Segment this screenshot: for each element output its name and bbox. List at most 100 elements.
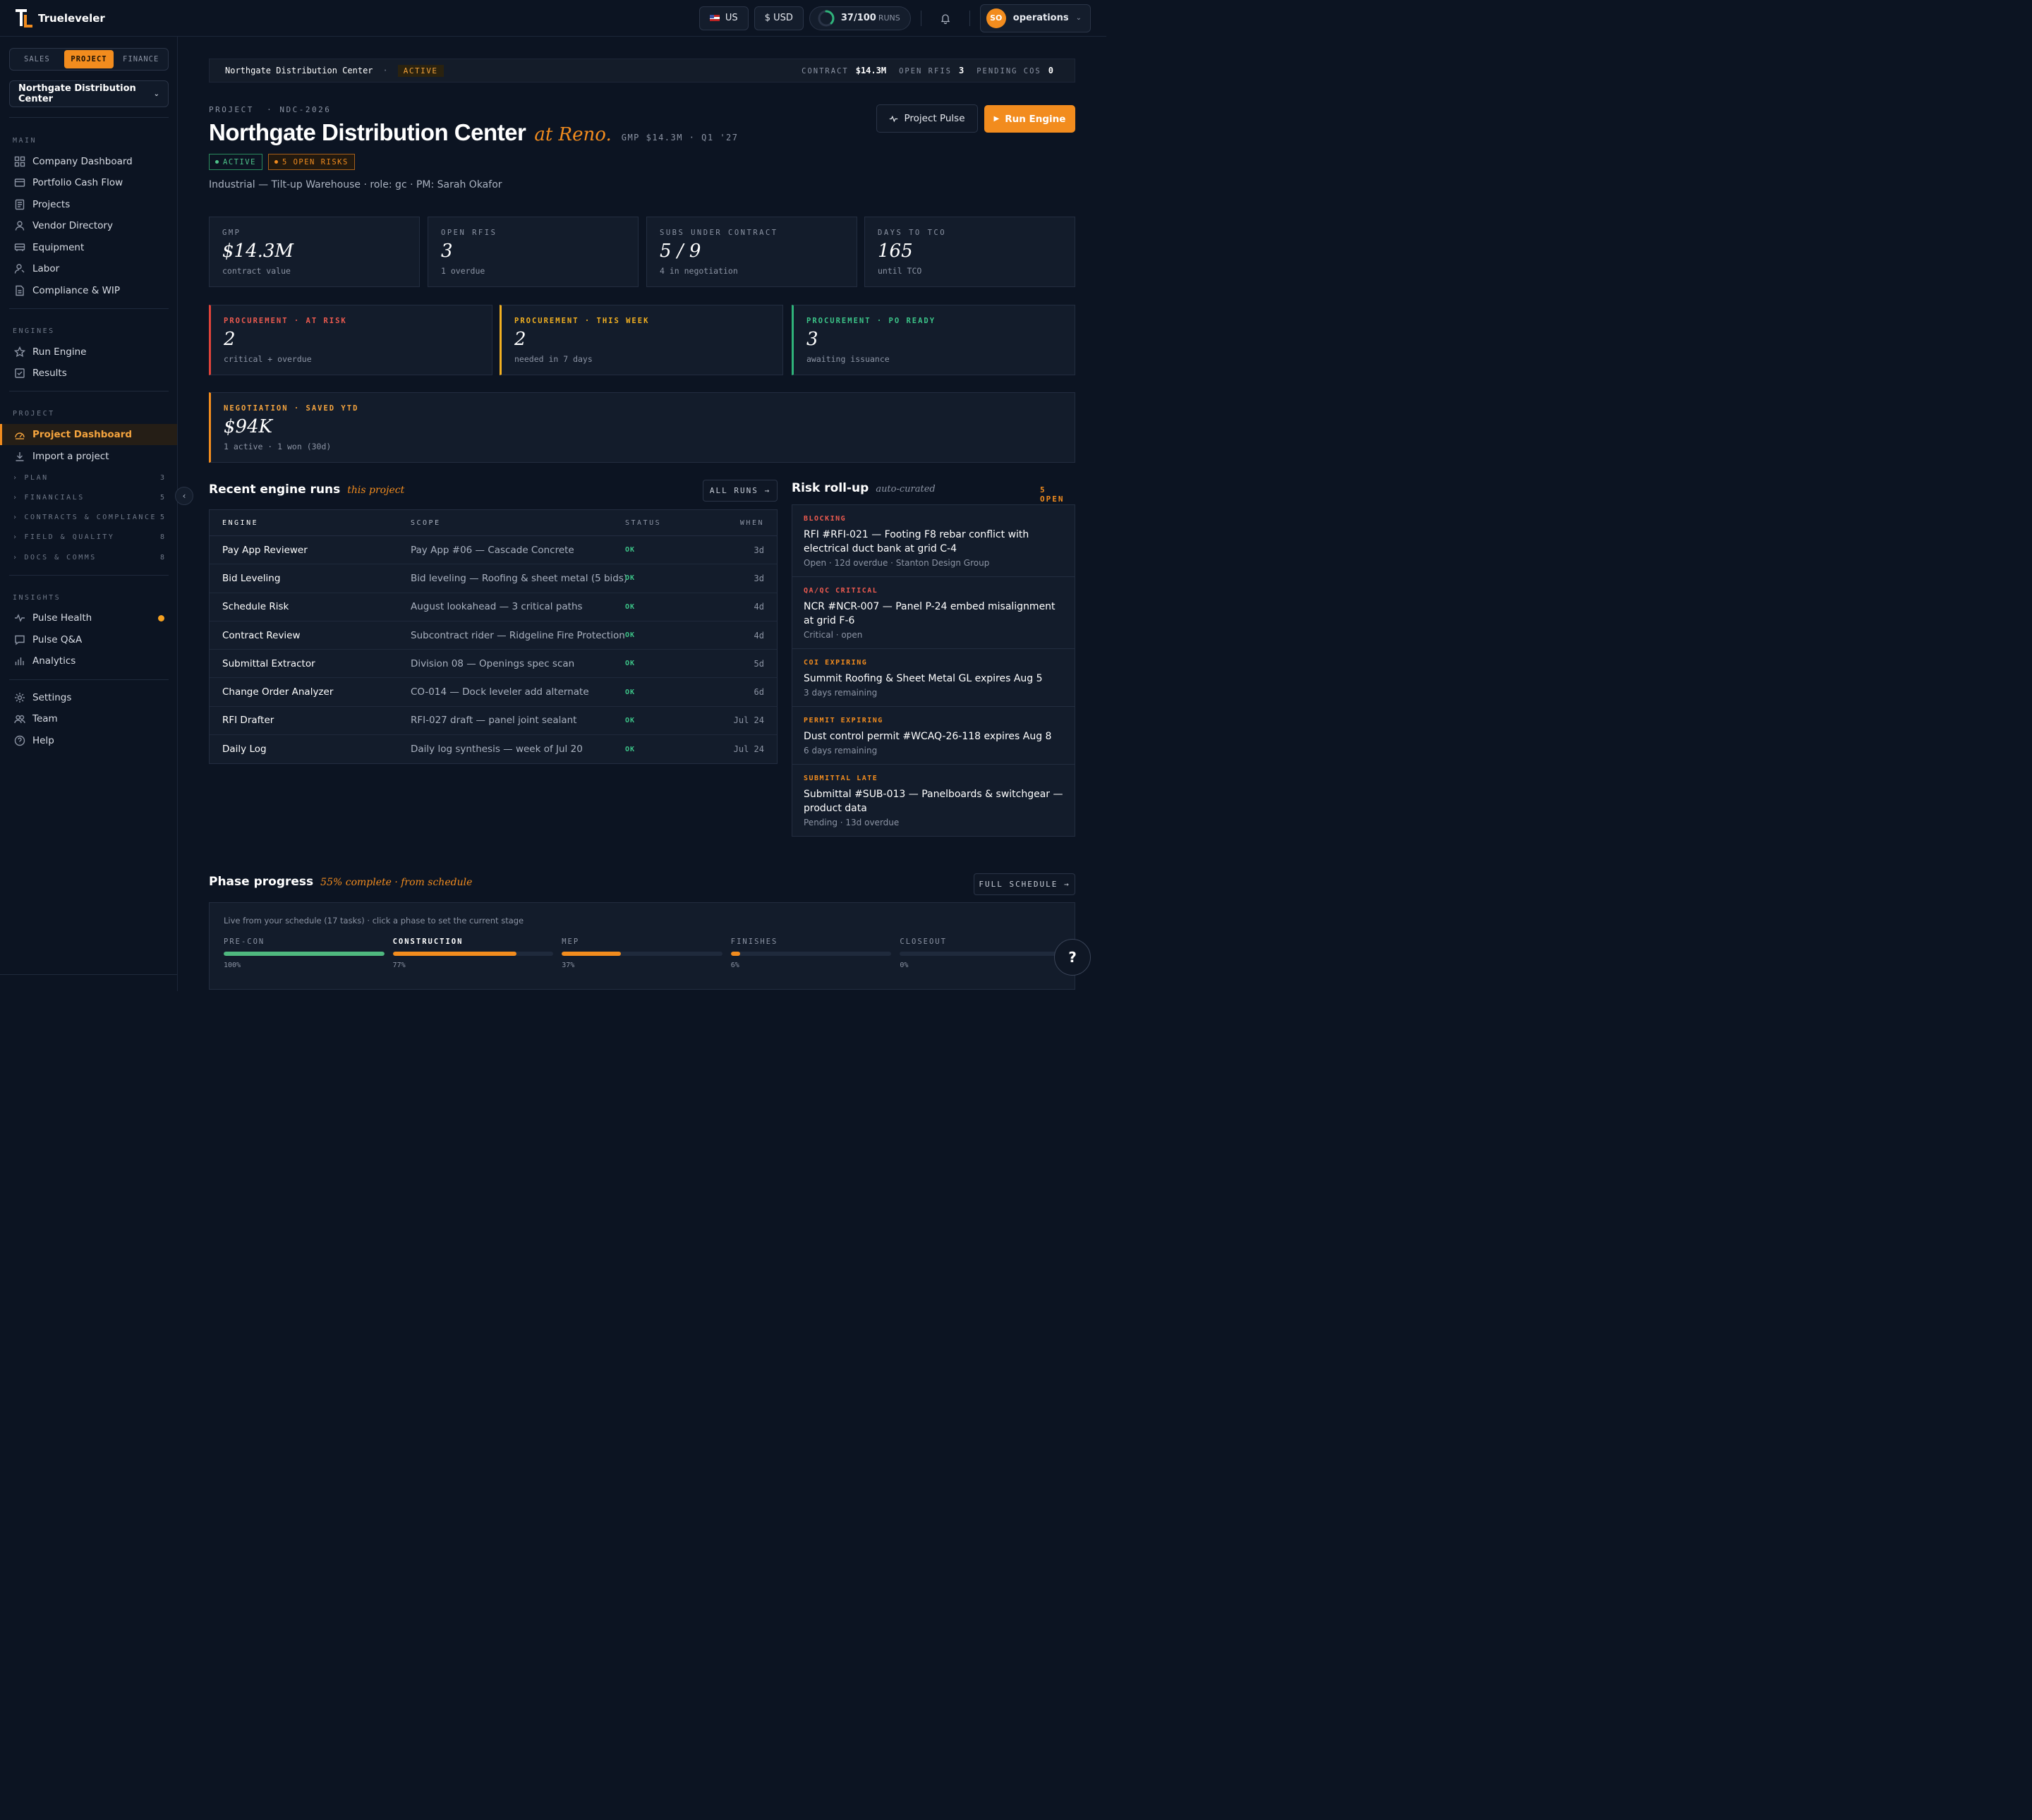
sidebar-item-compliance-wip[interactable]: Compliance & WIP (0, 280, 177, 301)
table-row[interactable]: Bid Leveling Bid leveling — Roofing & sh… (210, 564, 777, 593)
segment-sales[interactable]: SALES (12, 50, 62, 68)
sidebar-item-settings[interactable]: Settings (0, 687, 177, 708)
sidebar-group-docs-comms[interactable]: › DOCS & COMMS 8 (0, 549, 177, 566)
phase-construction[interactable]: CONSTRUCTION 77% (392, 938, 554, 969)
column-header-when[interactable]: WHEN (696, 519, 764, 527)
procurement-po-ready-card[interactable]: PROCUREMENT · PO READY 3 awaiting issuan… (792, 305, 1075, 375)
kpi-card-gmp[interactable]: GMP $14.3M contract value (209, 217, 420, 287)
currency-selector[interactable]: $ USD (754, 6, 804, 30)
notifications-bell-icon[interactable] (931, 6, 960, 30)
sidebar-item-projects[interactable]: Projects (0, 194, 177, 215)
column-header-engine[interactable]: ENGINE (222, 519, 411, 527)
table-row[interactable]: RFI Drafter RFI-027 draft — panel joint … (210, 707, 777, 736)
sidebar-item-import-project[interactable]: Import a project (0, 446, 177, 467)
run-status: OK (625, 688, 636, 696)
group-count: 8 (159, 553, 164, 562)
segment-project[interactable]: PROJECT (64, 50, 114, 68)
region-selector[interactable]: US (698, 6, 749, 30)
collapse-sidebar-button[interactable]: ‹ (175, 487, 193, 505)
gear-icon (15, 693, 25, 703)
section-label-main: MAIN (13, 137, 37, 145)
sidebar-item-company-dashboard[interactable]: Company Dashboard (0, 151, 177, 172)
phase-closeout[interactable]: CLOSEOUT 0% (900, 938, 1060, 969)
phase-progress-fill (562, 952, 622, 956)
phase-pre-con[interactable]: PRE-CON 100% (224, 938, 385, 969)
all-runs-button[interactable]: ALL RUNS → (703, 480, 778, 502)
risk-kind: PERMIT EXPIRING (804, 717, 883, 724)
column-header-scope[interactable]: SCOPE (411, 519, 625, 527)
sidebar-item-results[interactable]: Results (0, 363, 177, 384)
section-label-insights: INSIGHTS (13, 594, 61, 602)
negotiation-card[interactable]: NEGOTIATION · SAVED YTD $94K 1 active · … (209, 392, 1075, 463)
segment-finance[interactable]: FINANCE (116, 50, 166, 68)
run-scope: August lookahead — 3 critical paths (411, 601, 583, 613)
sidebar-item-help[interactable]: Help (0, 730, 177, 751)
sidebar-item-pulse-health[interactable]: Pulse Health (0, 607, 177, 629)
project-pulse-button[interactable]: Project Pulse (876, 104, 978, 133)
column-header-status[interactable]: STATUS (625, 519, 696, 527)
run-scope: Pay App #06 — Cascade Concrete (411, 544, 574, 556)
sidebar-item-equipment[interactable]: Equipment (0, 237, 177, 258)
divider (9, 117, 169, 118)
run-when: 4d (754, 630, 764, 641)
project-selector[interactable]: Northgate Distribution Center ⌄ (9, 80, 169, 107)
sidebar: SALES PROJECT FINANCE Northgate Distribu… (0, 37, 178, 991)
table-row[interactable]: Change Order Analyzer CO-014 — Dock leve… (210, 678, 777, 707)
card-label: NEGOTIATION · SAVED YTD (224, 404, 359, 413)
sidebar-item-portfolio-cash-flow[interactable]: Portfolio Cash Flow (0, 172, 177, 193)
divider (0, 974, 177, 975)
sidebar-item-label: Import a project (32, 451, 109, 462)
sidebar-item-labor[interactable]: Labor (0, 258, 177, 279)
sidebar-item-team[interactable]: Team (0, 708, 177, 729)
kpi-card-days-to-tco[interactable]: DAYS TO TCO 165 until TCO (864, 217, 1075, 287)
app-logo[interactable]: Trueleveler (16, 8, 105, 28)
phase-finishes[interactable]: FINISHES 6% (730, 938, 892, 969)
engine-name: Pay App Reviewer (222, 544, 308, 556)
sidebar-item-analytics[interactable]: Analytics (0, 650, 177, 672)
open-risks-badge[interactable]: 5 OPEN RISKS (267, 154, 355, 170)
engine-name: RFI Drafter (222, 715, 274, 727)
document-icon (15, 199, 25, 210)
group-label: CONTRACTS & COMPLIANCE (24, 513, 157, 521)
phase-mep[interactable]: MEP 37% (562, 938, 722, 969)
user-menu[interactable]: SO operations ⌄ (979, 4, 1091, 32)
full-schedule-button[interactable]: FULL SCHEDULE → (974, 873, 1075, 895)
checkbox-icon (15, 368, 25, 378)
table-row[interactable]: Submittal Extractor Division 08 — Openin… (210, 650, 777, 679)
risk-item[interactable]: COI EXPIRING Summit Roofing & Sheet Meta… (792, 649, 1075, 707)
sidebar-item-vendor-directory[interactable]: Vendor Directory (0, 215, 177, 236)
risk-item[interactable]: SUBMITTAL LATE Submittal #SUB-013 — Pane… (792, 765, 1075, 836)
divider (9, 308, 169, 309)
risk-item[interactable]: BLOCKING RFI #RFI-021 — Footing F8 rebar… (792, 505, 1075, 577)
runs-usage-pill[interactable]: 37/100 RUNS (809, 6, 911, 30)
help-fab-button[interactable]: ? (1054, 939, 1091, 976)
section-subtitle: auto-curated (876, 484, 936, 495)
run-engine-button[interactable]: ▶ Run Engine (984, 105, 1075, 133)
table-row[interactable]: Pay App Reviewer Pay App #06 — Cascade C… (210, 536, 777, 565)
kpi-value: 3 (441, 241, 453, 262)
cos-value: 0 (1048, 66, 1053, 75)
sidebar-item-project-dashboard[interactable]: Project Dashboard (0, 424, 177, 445)
sidebar-item-pulse-qa[interactable]: Pulse Q&A (0, 629, 177, 650)
risk-item[interactable]: QA/QC CRITICAL NCR #NCR-007 — Panel P-24… (792, 577, 1075, 649)
cos-label: PENDING COS (976, 67, 1041, 75)
sidebar-group-financials[interactable]: › FINANCIALS 5 (0, 489, 177, 506)
kpi-card-subs[interactable]: SUBS UNDER CONTRACT 5 / 9 4 in negotiati… (646, 217, 857, 287)
table-row[interactable]: Schedule Risk August lookahead — 3 criti… (210, 593, 777, 621)
risk-item[interactable]: PERMIT EXPIRING Dust control permit #WCA… (792, 707, 1075, 765)
procurement-this-week-card[interactable]: PROCUREMENT · THIS WEEK 2 needed in 7 da… (500, 305, 783, 375)
kpi-card-open-rfis[interactable]: OPEN RFIS 3 1 overdue (428, 217, 639, 287)
phase-name: CLOSEOUT (900, 938, 947, 946)
sidebar-group-plan[interactable]: › PLAN 3 (0, 469, 177, 486)
sidebar-group-contracts-compliance[interactable]: › CONTRACTS & COMPLIANCE 5 (0, 509, 177, 526)
phase-progress-track (730, 952, 892, 956)
phase-percent: 100% (224, 961, 241, 969)
procurement-at-risk-card[interactable]: PROCUREMENT · AT RISK 2 critical + overd… (209, 305, 492, 375)
run-scope: Division 08 — Openings spec scan (411, 657, 575, 669)
sidebar-item-run-engine[interactable]: Run Engine (0, 341, 177, 363)
run-status: OK (625, 546, 636, 554)
table-row[interactable]: Contract Review Subcontract rider — Ridg… (210, 621, 777, 650)
table-row[interactable]: Daily Log Daily log synthesis — week of … (210, 735, 777, 763)
risk-text: Submittal #SUB-013 — Panelboards & switc… (804, 789, 1063, 814)
sidebar-group-field-quality[interactable]: › FIELD & QUALITY 8 (0, 528, 177, 545)
